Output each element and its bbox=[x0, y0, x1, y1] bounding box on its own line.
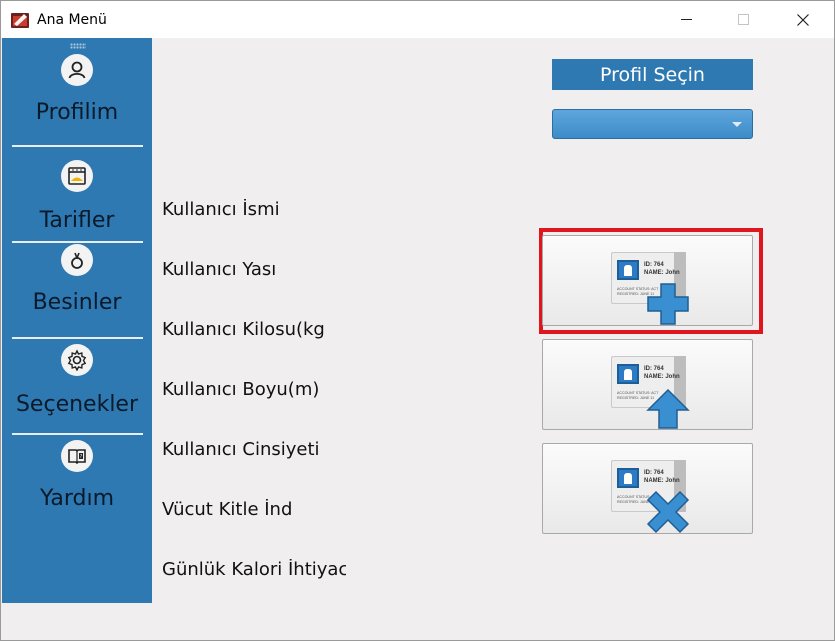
profile-dropdown[interactable] bbox=[552, 109, 753, 139]
minimize-icon bbox=[681, 19, 692, 20]
recipes-icon bbox=[61, 160, 93, 192]
title-bar: Ana Menü bbox=[1, 1, 834, 38]
sidebar-divider bbox=[12, 433, 143, 435]
gear-icon bbox=[61, 344, 93, 376]
close-icon bbox=[796, 13, 809, 26]
minimize-button[interactable] bbox=[664, 1, 709, 38]
sidebar-item-label: Seçenekler bbox=[15, 392, 139, 417]
sidebar-item-label: Besinler bbox=[32, 290, 122, 315]
sidebar-item-tarifler[interactable]: Tarifler bbox=[2, 148, 152, 244]
label-user-weight: Kullanıcı Kilosu(kg bbox=[162, 319, 324, 340]
label-daily-calorie: Günlük Kalori İhtiyac bbox=[162, 559, 346, 580]
update-profile-icon bbox=[646, 388, 690, 429]
label-user-name: Kullanıcı İsmi bbox=[162, 199, 280, 220]
id-card-icon: ID: 764 NAME: John ACCOUNT STATUS: ACT R… bbox=[611, 356, 690, 429]
maximize-icon bbox=[738, 14, 749, 25]
sidebar-divider bbox=[12, 337, 143, 339]
sidebar-item-besinler[interactable]: Besinler bbox=[2, 244, 152, 340]
svg-text:?: ? bbox=[80, 454, 83, 460]
label-user-height: Kullanıcı Boyu(m) bbox=[162, 379, 320, 400]
sidebar-item-label: Yardım bbox=[39, 486, 115, 511]
update-profile-button[interactable]: ID: 764 NAME: John ACCOUNT STATUS: ACT R… bbox=[542, 339, 753, 430]
delete-profile-icon bbox=[646, 490, 690, 534]
window-title: Ana Menü bbox=[37, 12, 107, 28]
add-profile-button[interactable]: ID: 764 NAME: John ACCOUNT STATUS: ACT R… bbox=[542, 235, 753, 326]
sidebar-item-secenekler[interactable]: Seçenekler bbox=[2, 340, 152, 436]
help-book-icon: ? bbox=[61, 440, 93, 472]
sidebar-item-yardim[interactable]: ? Yardım bbox=[2, 436, 152, 532]
sidebar-item-label: Tarifler bbox=[39, 208, 115, 233]
main-window: Ana Menü Profilim Tarifler Besinler Seçe… bbox=[0, 0, 835, 641]
sidebar-divider bbox=[12, 145, 143, 147]
add-profile-icon bbox=[647, 283, 689, 325]
food-icon bbox=[61, 244, 93, 276]
sidebar-item-profilim[interactable]: Profilim bbox=[2, 52, 152, 148]
close-button[interactable] bbox=[780, 1, 825, 38]
sidebar-item-label: Profilim bbox=[35, 100, 119, 125]
sidebar-divider bbox=[12, 241, 143, 243]
delete-profile-button[interactable]: ID: 764 NAME: John ACCOUNT STATUS: ACT R… bbox=[542, 443, 753, 534]
id-card-icon: ID: 764 NAME: John ACCOUNT STATUS: ACT R… bbox=[611, 252, 689, 325]
maximize-button[interactable] bbox=[721, 1, 766, 38]
sidebar: Profilim Tarifler Besinler Seçenekler ? … bbox=[2, 38, 152, 603]
label-user-age: Kullanıcı Yası bbox=[162, 259, 277, 280]
label-user-gender: Kullanıcı Cinsiyeti bbox=[162, 439, 320, 460]
user-icon bbox=[61, 54, 93, 86]
app-icon bbox=[11, 13, 29, 28]
sidebar-grip-handle[interactable] bbox=[70, 43, 86, 49]
chevron-down-icon bbox=[732, 122, 742, 127]
profile-select-header: Profil Seçin bbox=[552, 59, 753, 90]
label-bmi: Vücut Kitle İnd bbox=[162, 499, 293, 520]
id-card-icon: ID: 764 NAME: John ACCOUNT STATUS: ACT R… bbox=[611, 460, 690, 534]
